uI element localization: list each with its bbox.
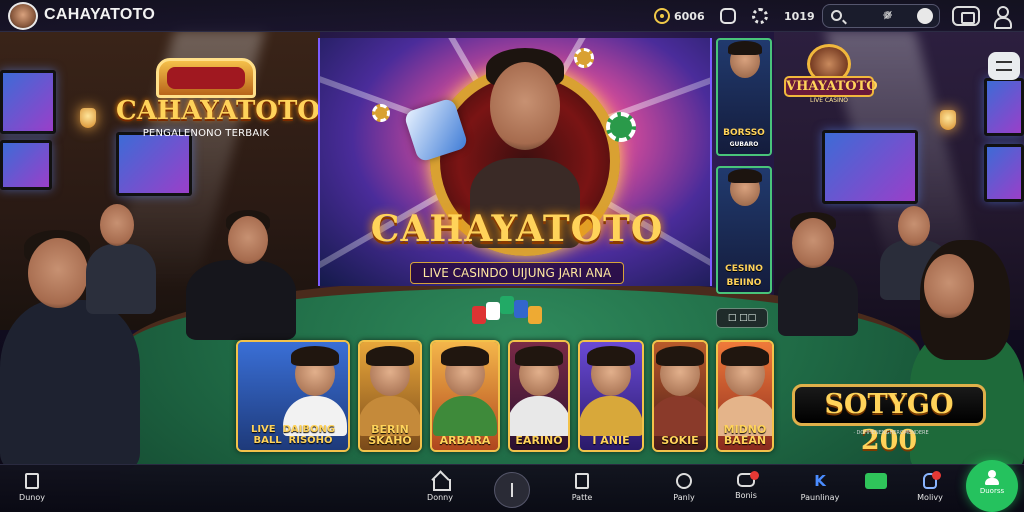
fab-label: Duorss [979,487,1005,495]
gamepad-icon [720,8,736,24]
nav-label: Dunoy [19,493,45,502]
menu-toggle-button[interactable] [988,52,1020,80]
stat-value: 1019 [784,9,815,23]
nav-label: Donny [427,493,453,502]
side-game-card[interactable]: BORSSO GUBARO [716,38,772,156]
chat-icon [737,471,759,487]
filter-icon[interactable]: ❁̸ [883,9,892,22]
player-man-black-shirt [186,210,316,340]
toggle-switch[interactable] [917,8,933,24]
nav-label: Panly [673,493,695,502]
hero-subtitle: LIVE CASINDO UIJUNG JARI ANA [410,262,624,284]
user-icon [985,470,999,485]
nav-label: Bonis [735,491,757,500]
side-card-sublabel: BEIINO [726,278,762,288]
seat-indicator[interactable]: □ □□ [716,308,768,328]
left-sign-subtitle: PENGALENONO TERBAIK [142,128,270,139]
center-action-button[interactable] [494,472,530,508]
brand-avatar[interactable] [8,2,38,30]
account-fab-button[interactable]: Duorss [966,460,1018,512]
brand-title[interactable]: CAHAYATOTO [44,6,155,24]
money-icon [865,473,887,489]
nav-item-bonus[interactable]: Bonis [716,471,776,511]
game-tile-label: EARINO [515,434,563,447]
coin-icon [654,8,670,24]
wall-tv [984,144,1024,202]
nav-item-wallet[interactable] [846,471,906,511]
crown-icon [156,58,256,98]
balance-value: 6006 [674,9,705,23]
wall-lamp [940,110,956,130]
wallet-button[interactable] [952,6,980,26]
game-tile[interactable]: I ANIE [578,340,644,452]
search-bar[interactable]: ❁̸ [822,4,940,28]
search-icon [831,10,842,21]
player-portrait [728,41,762,78]
game-tile[interactable]: ARBARA [430,340,500,452]
home-icon [431,473,451,491]
left-sign-title: CAHAYATOTO [116,96,320,126]
promo-subtitle: · DOHHENENGHEROMENDERE [853,430,929,436]
hero-banner[interactable]: CAHAYATOTO LIVE CASINDO UIJUNG JARI ANA [318,38,712,286]
wall-tv [822,130,918,204]
nav-label: Patte [571,493,593,502]
side-card-label: CESINO [725,264,763,274]
game-tile-label: BERIN SKAHO [368,423,412,447]
wall-tv [0,140,52,190]
game-tile-label: MIDNO BAEAN [723,423,767,447]
nav-item-paunlinay[interactable]: K Paunlinay [790,471,850,511]
document-icon [25,473,39,489]
k-logo-icon: K [814,472,826,490]
file-icon [575,473,589,489]
wall-lamp [80,108,96,128]
nav-item-home[interactable]: Donny [410,471,470,511]
left-logo-sign: CAHAYATOTO PENGALENONO TERBAIK [116,58,320,150]
settings-button[interactable] [752,6,768,26]
side-card-sublabel: GUBARO [729,141,759,148]
nav-item-history[interactable]: Panly [654,471,714,511]
balance-display[interactable]: 6006 [654,6,705,26]
user-icon[interactable] [994,6,1012,29]
notification-dot [932,471,941,480]
game-tile[interactable]: BERIN SKAHO [358,340,422,452]
nav-label: Molivy [917,493,943,502]
wall-tv [984,78,1024,136]
notification-dot [750,471,759,480]
game-tile-label: SOKIE [661,434,699,447]
side-game-card[interactable]: CESINO BEIINO [716,166,772,294]
stat-display: 1019 [784,6,815,26]
game-tile-label: ARBARA [439,434,491,447]
top-bar: CAHAYATOTO 6006 1019 ❁̸ [0,0,1024,32]
player-man-right [778,212,868,336]
game-tile[interactable]: SOKIE [652,340,708,452]
nav-label: Paunlinay [800,493,840,502]
right-sign-subtitle: LIVE CASINO [810,97,848,104]
nav-item-patte[interactable]: Patte [552,471,612,511]
coin-icon [372,104,390,122]
right-logo-sign: VHAYATOTO LIVE CASINO [784,44,878,110]
game-tile[interactable]: EARINO [508,340,570,452]
game-tile[interactable]: MIDNO BAEAN [716,340,774,452]
nav-item-dunoy[interactable]: Dunoy [2,471,62,511]
player-portrait [728,169,762,206]
bag-icon [923,471,941,489]
clock-icon [676,473,692,489]
right-sign-title: VHAYATOTO [784,76,878,97]
gear-icon [752,8,768,24]
game-tile[interactable]: LIVE DAIBONG BALL RISOHO [236,340,350,452]
promo-banner[interactable]: SOTYGO 200 [792,384,986,456]
game-tile-label: LIVE DAIBONG BALL RISOHO [250,424,336,446]
chip-stack [470,292,550,324]
patron-background [86,204,166,314]
side-card-label: BORSSO [723,128,765,138]
game-tile-label: I ANIE [592,434,630,447]
wall-tv [0,70,56,134]
gamepad-button[interactable] [720,6,736,26]
nav-item-molivy[interactable]: Molivy [900,471,960,511]
hero-title: CAHAYATOTO [370,208,664,250]
casino-chip-icon [606,112,636,142]
